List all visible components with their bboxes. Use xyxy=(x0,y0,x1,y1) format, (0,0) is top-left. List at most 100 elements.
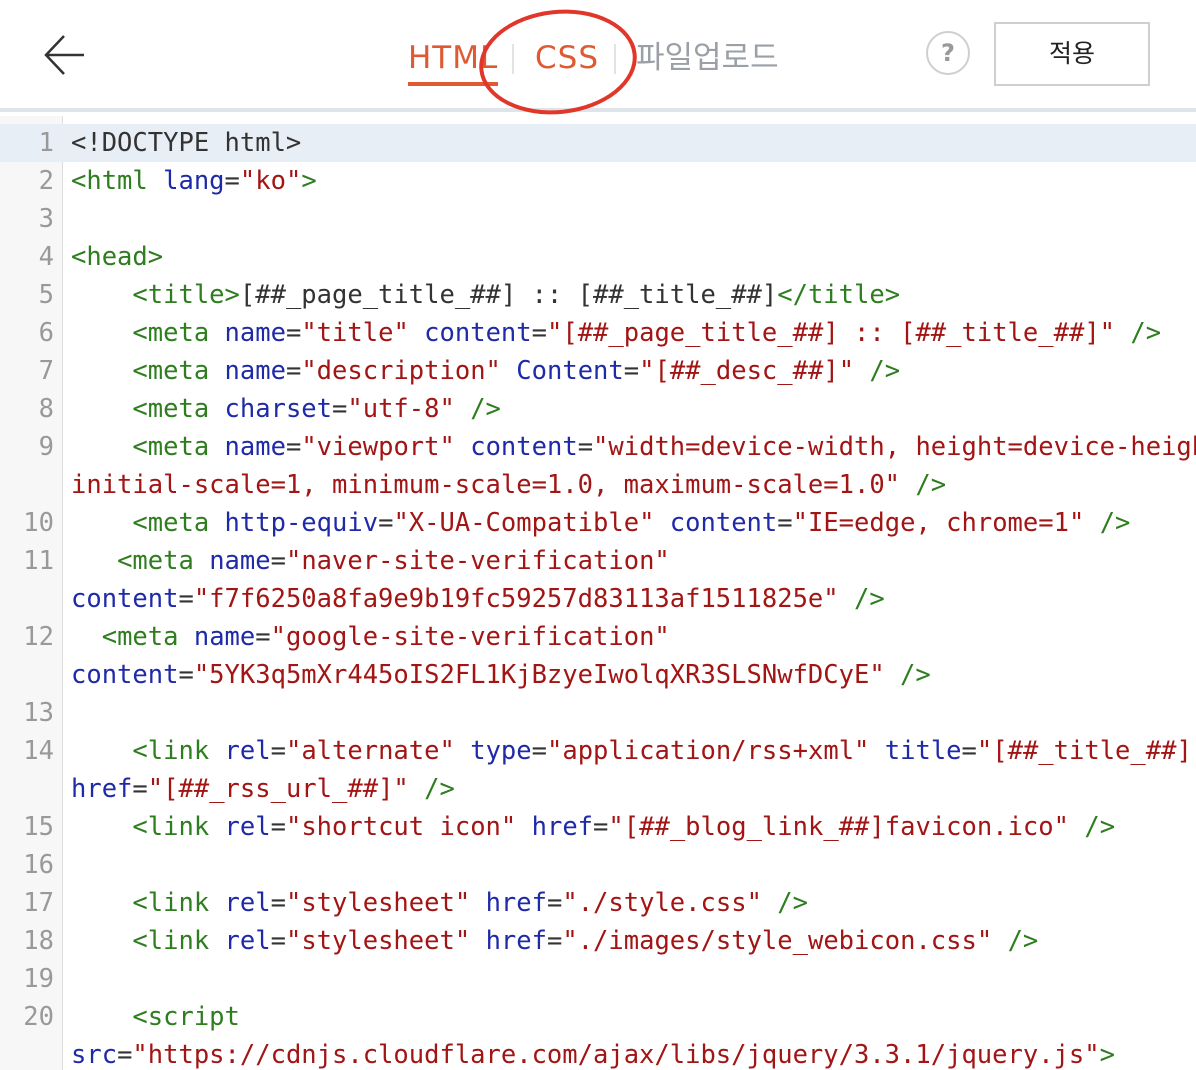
code-token: /> xyxy=(1084,812,1116,842)
code-token: "./images/style_webicon.css" xyxy=(562,926,993,956)
code-token: Content xyxy=(516,356,624,386)
line-number: 11 xyxy=(23,546,54,576)
code-text: <head> xyxy=(71,238,163,276)
annotation-circle xyxy=(473,2,643,122)
code-token: "description" xyxy=(301,356,501,386)
code-line[interactable]: 8 <meta charset="utf-8" /> xyxy=(0,390,1196,428)
code-editor[interactable]: 1 <!DOCTYPE html> 2 <html lang="ko"> 3 4 <head… xyxy=(0,116,1196,1070)
line-number: 2 xyxy=(38,166,54,196)
code-token: = xyxy=(270,926,286,956)
code-token: initial-scale=1, minimum-scale=1.0, maxi… xyxy=(71,470,901,500)
line-number: 3 xyxy=(38,204,54,234)
code-line[interactable]: content="f7f6250a8fa9e9b19fc59257d83113a… xyxy=(0,580,1196,618)
code-lines[interactable]: 1 <!DOCTYPE html> 2 <html lang="ko"> 3 4 <head… xyxy=(0,124,1196,1070)
code-line[interactable]: content="5YK3q5mXr445oIS2FL1KjBzyeIwolqX… xyxy=(0,656,1196,694)
code-token: "5YK3q5mXr445oIS2FL1KjBzyeIwolqXR3SLSNwf… xyxy=(193,660,885,690)
code-line[interactable]: 20 <script xyxy=(0,998,1196,1036)
code-line[interactable]: 3 xyxy=(0,200,1196,238)
code-token: [##_page_title_##] :: [##_title_##] xyxy=(239,280,778,310)
code-token: = xyxy=(285,318,302,348)
code-token: href xyxy=(485,888,547,918)
code-line[interactable]: 2 <html lang="ko"> xyxy=(0,162,1196,200)
code-token: "IE=edge, chrome=1" xyxy=(792,508,1085,538)
code-token: name xyxy=(193,622,256,652)
code-line[interactable]: 17 <link rel="stylesheet" href="./style.… xyxy=(0,884,1196,922)
code-token: "f7f6250a8fa9e9b19fc59257d83113af1511825… xyxy=(193,584,839,614)
code-token: "stylesheet" xyxy=(285,888,471,918)
code-line[interactable]: 19 xyxy=(0,960,1196,998)
code-line[interactable]: href="[##_rss_url_##]" /> xyxy=(0,770,1196,808)
code-text: <meta name="viewport" content="width=dev… xyxy=(71,428,1196,466)
code-token: </title> xyxy=(777,280,901,310)
code-token: = xyxy=(270,736,286,766)
code-token: "naver-site-verification" xyxy=(285,546,670,576)
line-number: 18 xyxy=(23,926,54,956)
code-token: = xyxy=(623,356,640,386)
code-line[interactable]: initial-scale=1, minimum-scale=1.0, maxi… xyxy=(0,466,1196,504)
code-line[interactable]: 10 <meta http-equiv="X-UA-Compatible" co… xyxy=(0,504,1196,542)
code-token: rel xyxy=(224,812,271,842)
code-token: "width=device-width, height=device-heigh… xyxy=(593,432,1196,462)
code-text: <meta http-equiv="X-UA-Compatible" conte… xyxy=(71,504,1130,542)
code-token: charset xyxy=(224,394,333,424)
code-token: "title" xyxy=(301,318,409,348)
arrow-left-icon xyxy=(44,35,84,75)
code-line[interactable]: 9 <meta name="viewport" content="width=d… xyxy=(0,428,1196,466)
code-text: src="https://cdnjs.cloudflare.com/ajax/l… xyxy=(71,1036,1115,1070)
code-token: "[##_blog_link_##]favicon.ico" xyxy=(608,812,1069,842)
back-button[interactable] xyxy=(40,30,90,80)
tab-file-upload[interactable]: 파일업로드 xyxy=(636,36,779,80)
code-token: content xyxy=(470,432,578,462)
code-line[interactable]: 6 <meta name="title" content="[##_page_t… xyxy=(0,314,1196,352)
code-token: title xyxy=(884,736,962,766)
code-token: = xyxy=(224,166,240,196)
code-token: /> xyxy=(470,394,501,424)
code-line[interactable]: 1 <!DOCTYPE html> xyxy=(0,124,1196,162)
code-token: <link xyxy=(132,888,210,918)
code-token: /> xyxy=(915,470,947,500)
code-line[interactable]: 11 <meta name="naver-site-verification" xyxy=(0,542,1196,580)
code-line[interactable]: 14 <link rel="alternate" type="applicati… xyxy=(0,732,1196,770)
line-number: 20 xyxy=(23,1002,54,1032)
code-line[interactable]: 18 <link rel="stylesheet" href="./images… xyxy=(0,922,1196,960)
code-token: = xyxy=(270,546,286,576)
code-token: = xyxy=(332,394,348,424)
code-line[interactable]: 7 <meta name="description" Content="[##_… xyxy=(0,352,1196,390)
code-text: <html lang="ko"> xyxy=(71,162,317,200)
code-token: = xyxy=(270,888,286,918)
code-token: <link xyxy=(132,812,210,842)
code-token: "application/rss+xml" xyxy=(547,736,870,766)
code-token: <meta xyxy=(101,622,179,652)
code-token: lang xyxy=(163,166,225,196)
code-line[interactable]: 12 <meta name="google-site-verification" xyxy=(0,618,1196,656)
code-line[interactable]: 13 xyxy=(0,694,1196,732)
code-token: name xyxy=(224,356,286,386)
code-line[interactable]: src="https://cdnjs.cloudflare.com/ajax/l… xyxy=(0,1036,1196,1070)
apply-button[interactable]: 적용 xyxy=(994,22,1150,86)
code-text: <meta name="google-site-verification" xyxy=(71,618,670,656)
code-line[interactable]: 5 <title>[##_page_title_##] :: [##_title… xyxy=(0,276,1196,314)
code-line[interactable]: 16 xyxy=(0,846,1196,884)
code-token: = xyxy=(117,1040,133,1070)
code-token: /> xyxy=(1099,508,1131,538)
code-token: <meta xyxy=(132,432,210,462)
code-text: <link rel="shortcut icon" href="[##_blog… xyxy=(71,808,1115,846)
code-line[interactable]: 15 <link rel="shortcut icon" href="[##_b… xyxy=(0,808,1196,846)
help-button[interactable]: ? xyxy=(926,31,970,75)
code-line[interactable]: 4 <head> xyxy=(0,238,1196,276)
